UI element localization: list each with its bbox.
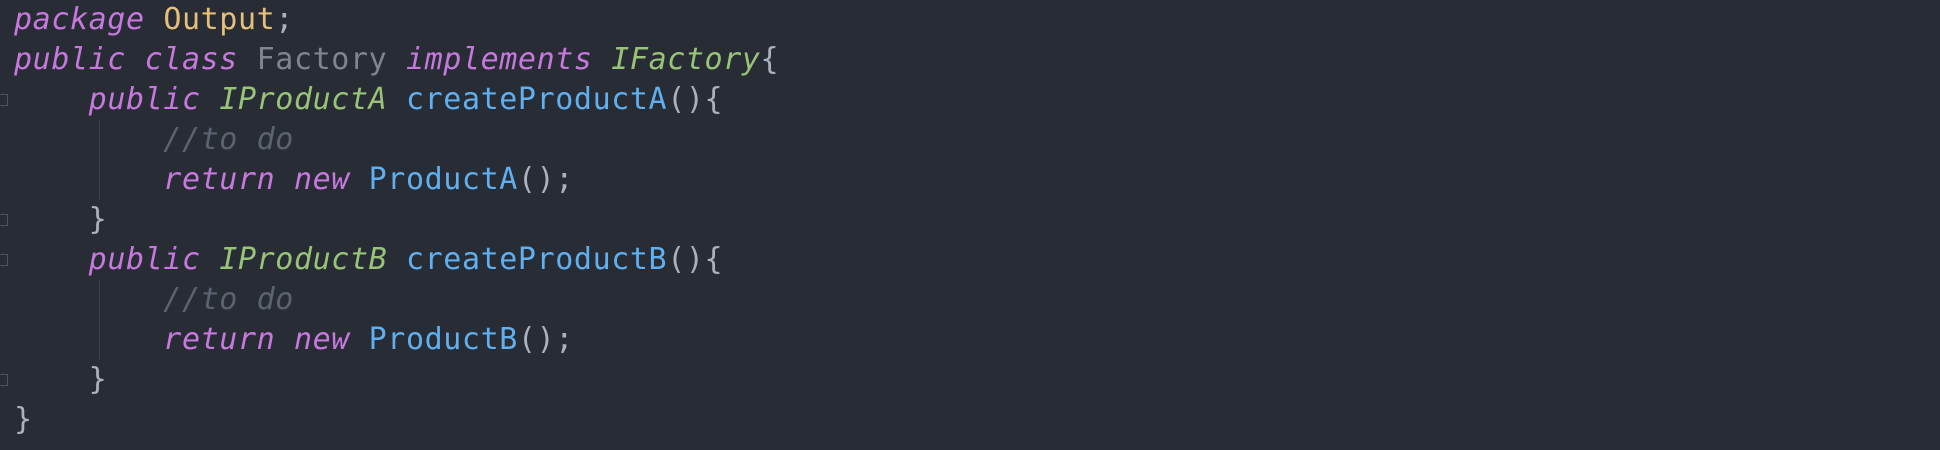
code-line[interactable]: public IProductA createProductA(){ bbox=[14, 80, 723, 120]
keyword-token: class bbox=[144, 42, 238, 77]
code-line[interactable]: return new ProductA(); bbox=[14, 160, 574, 200]
function-token: createProductB bbox=[405, 242, 668, 277]
fold-gutter bbox=[0, 0, 10, 450]
function-token: ProductB bbox=[368, 322, 518, 357]
punctuation-token: ; bbox=[275, 2, 294, 37]
code-line[interactable]: package Output; bbox=[14, 0, 294, 40]
keyword-token: package bbox=[14, 2, 145, 37]
code-line[interactable]: public IProductB createProductB(){ bbox=[14, 240, 723, 280]
punctuation-token: (){ bbox=[667, 82, 724, 117]
keyword-token: public bbox=[14, 42, 126, 77]
keyword-token: new bbox=[293, 162, 350, 197]
punctuation-token: } bbox=[88, 202, 108, 237]
fold-marker-icon[interactable] bbox=[0, 374, 8, 386]
keyword-token: return bbox=[163, 162, 276, 197]
keyword-token: public bbox=[88, 242, 201, 277]
fold-marker-icon[interactable] bbox=[0, 254, 8, 266]
punctuation-token: (){ bbox=[667, 242, 724, 277]
type-token: IFactory bbox=[611, 42, 761, 77]
function-token: ProductA bbox=[368, 162, 518, 197]
comment-token: //to do bbox=[163, 122, 294, 157]
punctuation-token: } bbox=[88, 362, 108, 397]
code-line[interactable]: //to do bbox=[14, 280, 294, 320]
code-line[interactable]: return new ProductB(); bbox=[14, 320, 574, 360]
punctuation-token: (); bbox=[517, 322, 574, 357]
punctuation-token: (); bbox=[517, 162, 574, 197]
punctuation-token: } bbox=[14, 402, 33, 437]
keyword-token: return bbox=[163, 322, 276, 357]
keyword-token: new bbox=[293, 322, 350, 357]
code-line[interactable]: } bbox=[14, 200, 107, 240]
code-line[interactable]: public class Factory implements IFactory… bbox=[14, 40, 779, 80]
class-name-token: Factory bbox=[256, 42, 388, 77]
comment-token: //to do bbox=[163, 282, 294, 317]
code-line[interactable]: } bbox=[14, 360, 107, 400]
type-token: IProductB bbox=[219, 242, 388, 277]
code-editor[interactable]: package Output; public class Factory impl… bbox=[0, 0, 1940, 450]
package-token: Output bbox=[163, 2, 276, 37]
keyword-token: implements bbox=[405, 42, 593, 77]
fold-marker-icon[interactable] bbox=[0, 94, 8, 106]
keyword-token: public bbox=[88, 82, 201, 117]
type-token: IProductA bbox=[219, 82, 388, 117]
code-line[interactable]: } bbox=[14, 400, 33, 440]
punctuation-token: { bbox=[760, 42, 780, 77]
code-line[interactable]: //to do bbox=[14, 120, 294, 160]
fold-marker-icon[interactable] bbox=[0, 214, 8, 226]
function-token: createProductA bbox=[405, 82, 668, 117]
